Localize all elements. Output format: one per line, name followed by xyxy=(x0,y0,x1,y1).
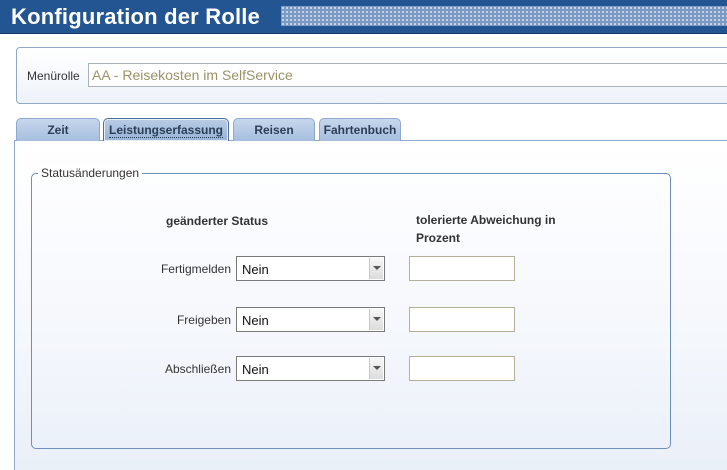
status-select-fertigmelden[interactable]: Nein xyxy=(236,256,385,281)
select-value: Nein xyxy=(242,362,269,377)
role-input[interactable]: AA - Reisekosten im SelfService xyxy=(88,63,727,87)
tab-label: Reisen xyxy=(254,123,294,137)
title-bar-pattern xyxy=(281,6,727,26)
status-select-freigeben[interactable]: Nein xyxy=(236,307,385,332)
title-bar: Konfiguration der Rolle xyxy=(0,0,727,34)
chevron-down-icon[interactable] xyxy=(369,258,383,279)
chevron-down-icon[interactable] xyxy=(369,358,383,379)
tab-reisen[interactable]: Reisen xyxy=(233,118,315,141)
row-label-abschliessen: Abschließen xyxy=(164,362,231,376)
fieldset-legend: Statusänderungen xyxy=(38,166,143,180)
tab-zeit[interactable]: Zeit xyxy=(16,118,100,141)
select-value: Nein xyxy=(242,262,269,277)
status-select-abschliessen[interactable]: Nein xyxy=(236,356,385,381)
tab-label: Leistungserfassung xyxy=(108,123,224,138)
role-label: Menürolle xyxy=(27,69,80,83)
column-header-status: geänderter Status xyxy=(166,214,269,228)
tab-leistungserfassung[interactable]: Leistungserfassung xyxy=(103,118,229,141)
deviation-input-freigeben[interactable] xyxy=(409,307,515,332)
chevron-down-icon[interactable] xyxy=(369,309,383,330)
tab-label: Fahrtenbuch xyxy=(323,123,397,137)
tab-label: Zeit xyxy=(47,123,69,137)
column-header-deviation: tolerierte Abweichung in Prozent xyxy=(416,213,556,245)
row-label-fertigmelden: Fertigmelden xyxy=(160,262,231,276)
select-value: Nein xyxy=(242,313,269,328)
deviation-input-abschliessen[interactable] xyxy=(409,356,515,381)
tab-fahrtenbuch[interactable]: Fahrtenbuch xyxy=(319,118,401,141)
row-label-freigeben: Freigeben xyxy=(176,313,231,327)
deviation-input-fertigmelden[interactable] xyxy=(409,256,515,281)
page-title: Konfiguration der Rolle xyxy=(11,4,261,29)
